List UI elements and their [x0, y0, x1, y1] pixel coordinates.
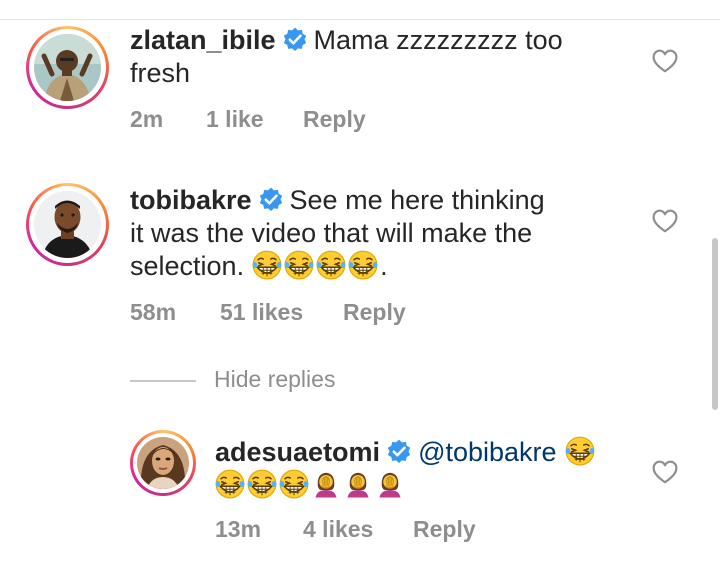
avatar[interactable]: [34, 191, 101, 258]
username[interactable]: adesuaetomi: [215, 437, 380, 467]
comment-meta: 13m 4 likes Reply: [215, 516, 615, 546]
verified-badge-icon: [258, 187, 284, 213]
comment-trailing-period: .: [380, 251, 388, 281]
grinning-squinting-face-icon: [284, 250, 314, 280]
reply-button[interactable]: Reply: [343, 299, 406, 326]
verified-badge-icon: [282, 27, 308, 53]
grinning-squinting-face-icon: [215, 469, 245, 499]
comment-body: adesuaetomi @tobibakre: [215, 436, 635, 502]
grinning-squinting-face-icon: [252, 250, 282, 280]
hide-replies-label[interactable]: Hide replies: [214, 366, 335, 393]
heart-icon[interactable]: [652, 49, 678, 73]
reply-button[interactable]: Reply: [303, 106, 366, 133]
verified-badge-icon: [386, 439, 412, 465]
comment-text-line-2: fresh: [130, 58, 191, 88]
grinning-squinting-face-icon: [316, 250, 346, 280]
woman-facepalming-icon: [375, 469, 405, 499]
woman-facepalming-icon: [311, 469, 341, 499]
grinning-squinting-face-icon: [565, 436, 595, 466]
divider-top: [0, 19, 720, 20]
mention-link[interactable]: @tobibakre: [418, 437, 556, 467]
comment-meta: 2m 1 like Reply: [130, 106, 530, 136]
comment-time: 13m: [215, 516, 262, 542]
comment-meta: 58m 51 likes Reply: [130, 299, 530, 329]
comment-body: zlatan_ibile Mama zzzzzzzzz too fresh: [130, 24, 630, 90]
comment-text-line-1: See me here thinking: [289, 185, 545, 215]
username[interactable]: tobibakre: [130, 185, 252, 215]
comment-text-line-1: Mama zzzzzzzzz too: [313, 25, 563, 55]
heart-icon[interactable]: [652, 460, 678, 484]
likes-count[interactable]: 4 likes: [303, 516, 373, 543]
reply-button[interactable]: Reply: [413, 516, 476, 543]
heart-icon[interactable]: [652, 209, 678, 233]
avatar[interactable]: [137, 437, 189, 489]
woman-facepalming-icon: [343, 469, 373, 499]
grinning-squinting-face-icon: [247, 469, 277, 499]
comment-time: 58m: [130, 299, 177, 325]
comment-body: tobibakre See me here thinking it was the…: [130, 184, 630, 283]
likes-count[interactable]: 1 like: [206, 106, 264, 133]
comment-text-line-3: selection.: [130, 251, 245, 281]
comment-time: 2m: [130, 106, 164, 132]
hide-replies-line: [130, 380, 196, 382]
grinning-squinting-face-icon: [279, 469, 309, 499]
scrollbar[interactable]: [712, 238, 718, 410]
comment-text-line-2: it was the video that will make the: [130, 218, 533, 248]
grinning-squinting-face-icon: [348, 250, 378, 280]
username[interactable]: zlatan_ibile: [130, 25, 276, 55]
likes-count[interactable]: 51 likes: [220, 299, 303, 326]
avatar[interactable]: [34, 34, 101, 101]
